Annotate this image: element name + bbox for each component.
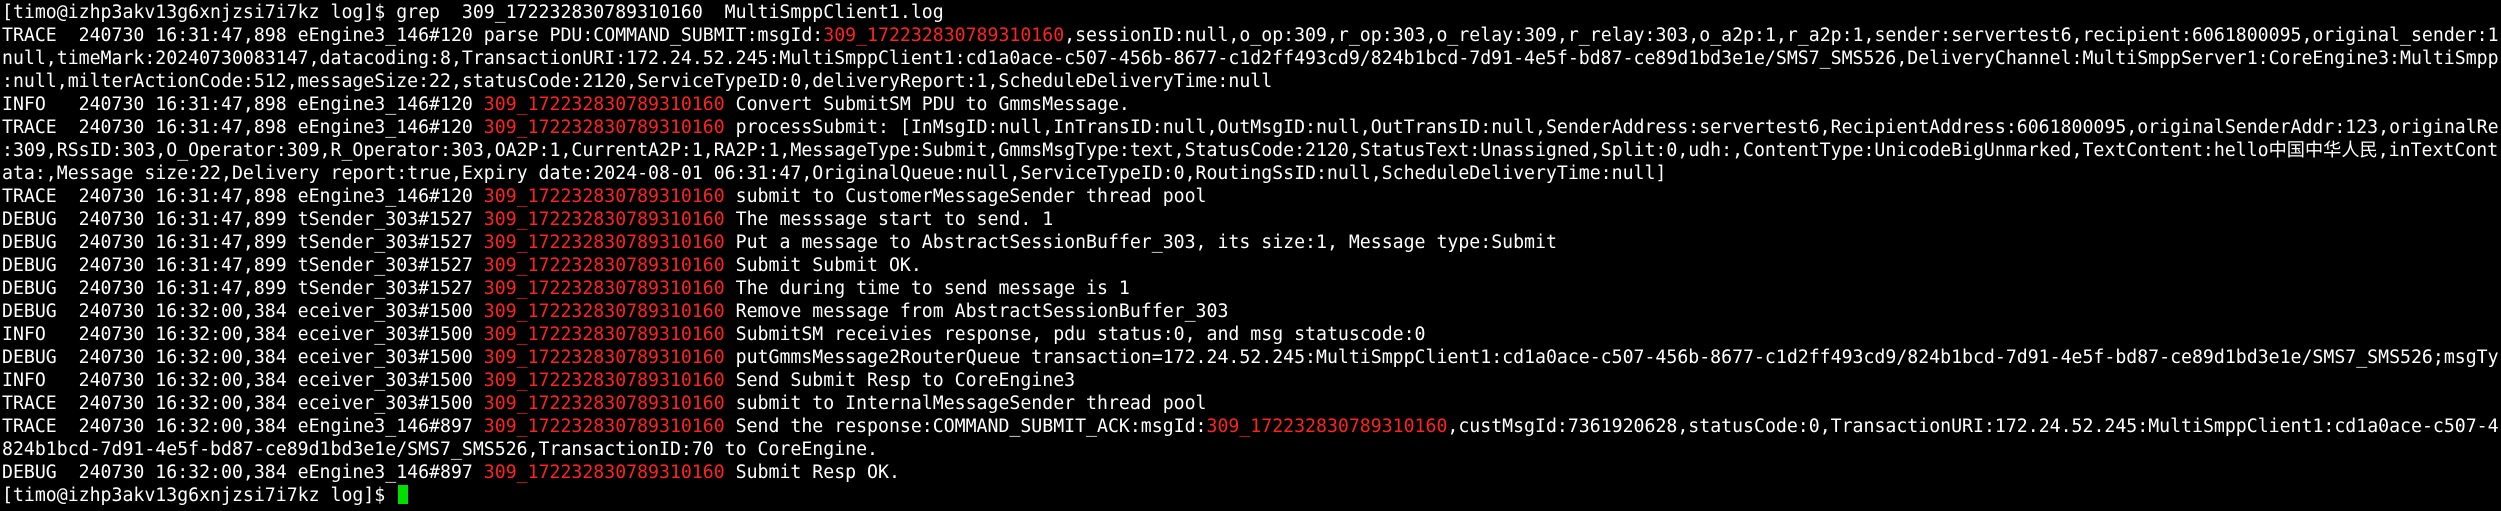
highlighted-match: 309_172232830789310160 xyxy=(483,301,725,322)
log-text: submit to InternalMessageSender thread p… xyxy=(724,393,1207,414)
log-text: Submit Submit OK. xyxy=(724,255,922,276)
highlighted-match: 309_172232830789310160 xyxy=(483,347,725,368)
log-line: DEBUG 240730 16:31:47,899 tSender_303#15… xyxy=(2,254,2499,277)
log-text: SubmitSM receivies response, pdu status:… xyxy=(724,324,1426,345)
log-line: null,timeMark:20240730083147,datacoding:… xyxy=(2,47,2499,70)
log-text: INFO 240730 16:31:47,898 eEngine3_146#12… xyxy=(2,94,484,115)
highlighted-match: 309_172232830789310160 xyxy=(483,209,725,230)
text-cursor xyxy=(398,485,409,504)
log-line: DEBUG 240730 16:32:00,384 eceiver_303#15… xyxy=(2,300,2499,323)
log-text: DEBUG 240730 16:31:47,899 tSender_303#15… xyxy=(2,232,484,253)
log-line: INFO 240730 16:31:47,898 eEngine3_146#12… xyxy=(2,93,2499,116)
log-text: DEBUG 240730 16:32:00,384 eEngine3_146#8… xyxy=(2,462,484,483)
highlighted-match: 309_172232830789310160 xyxy=(823,25,1065,46)
highlighted-match: 309_172232830789310160 xyxy=(483,462,725,483)
log-text: DEBUG 240730 16:31:47,899 tSender_303#15… xyxy=(2,278,484,299)
highlighted-match: 309_172232830789310160 xyxy=(483,393,725,414)
highlighted-match: 309_172232830789310160 xyxy=(483,370,725,391)
log-text: Send Submit Resp to CoreEngine3 xyxy=(724,370,1076,391)
log-text: Convert SubmitSM PDU to GmmsMessage. xyxy=(724,94,1130,115)
log-line: TRACE 240730 16:31:47,898 eEngine3_146#1… xyxy=(2,116,2499,139)
log-text: ata:,Message size:22,Delivery report:tru… xyxy=(2,163,1667,184)
highlighted-match: 309_172232830789310160 xyxy=(483,255,725,276)
log-text: DEBUG 240730 16:31:47,899 tSender_303#15… xyxy=(2,255,484,276)
prompt-line[interactable]: [timo@izhp3akv13g6xnjzsi7i7kz log]$ xyxy=(2,484,2499,507)
log-line: DEBUG 240730 16:31:47,899 tSender_303#15… xyxy=(2,231,2499,254)
highlighted-match: 309_172232830789310160 xyxy=(483,232,725,253)
highlighted-match: 309_172232830789310160 xyxy=(483,416,725,437)
log-text: :309,RSsID:303,O_Operator:309,R_Operator… xyxy=(2,140,2499,161)
log-text: DEBUG 240730 16:32:00,384 eceiver_303#15… xyxy=(2,347,484,368)
log-text: Remove message from AbstractSessionBuffe… xyxy=(724,301,1229,322)
log-text: submit to CustomerMessageSender thread p… xyxy=(724,186,1207,207)
log-line: TRACE 240730 16:31:47,898 eEngine3_146#1… xyxy=(2,185,2499,208)
log-text: Submit Resp OK. xyxy=(724,462,900,483)
log-text: 824b1bcd-7d91-4e5f-bd87-ce89d1bd3e1e/SMS… xyxy=(2,439,878,460)
log-line: TRACE 240730 16:32:00,384 eceiver_303#15… xyxy=(2,392,2499,415)
log-line: ata:,Message size:22,Delivery report:tru… xyxy=(2,162,2499,185)
log-text: INFO 240730 16:32:00,384 eceiver_303#150… xyxy=(2,324,484,345)
log-text: [timo@izhp3akv13g6xnjzsi7i7kz log]$ grep… xyxy=(2,2,944,23)
log-text: DEBUG 240730 16:32:00,384 eceiver_303#15… xyxy=(2,301,484,322)
highlighted-match: 309_172232830789310160 xyxy=(483,94,725,115)
log-line: INFO 240730 16:32:00,384 eceiver_303#150… xyxy=(2,369,2499,392)
highlighted-match: 309_172232830789310160 xyxy=(483,278,725,299)
command-line: [timo@izhp3akv13g6xnjzsi7i7kz log]$ grep… xyxy=(2,1,2499,24)
log-text: ,sessionID:null,o_op:309,r_op:303,o_rela… xyxy=(1064,25,2499,46)
log-text: TRACE 240730 16:31:47,898 eEngine3_146#1… xyxy=(2,117,484,138)
log-text: DEBUG 240730 16:31:47,899 tSender_303#15… xyxy=(2,209,484,230)
log-text: The messsage start to send. 1 xyxy=(724,209,1054,230)
log-line: DEBUG 240730 16:31:47,899 tSender_303#15… xyxy=(2,277,2499,300)
log-line: TRACE 240730 16:31:47,898 eEngine3_146#1… xyxy=(2,24,2499,47)
log-text: INFO 240730 16:32:00,384 eceiver_303#150… xyxy=(2,370,484,391)
log-line: DEBUG 240730 16:32:00,384 eceiver_303#15… xyxy=(2,346,2499,369)
log-text: TRACE 240730 16:32:00,384 eceiver_303#15… xyxy=(2,393,484,414)
shell-prompt: [timo@izhp3akv13g6xnjzsi7i7kz log]$ xyxy=(2,485,397,506)
log-text: TRACE 240730 16:32:00,384 eEngine3_146#8… xyxy=(2,416,484,437)
log-line: :309,RSsID:303,O_Operator:309,R_Operator… xyxy=(2,139,2499,162)
log-text: Put a message to AbstractSessionBuffer_3… xyxy=(724,232,1557,253)
log-line: DEBUG 240730 16:31:47,899 tSender_303#15… xyxy=(2,208,2499,231)
log-text: ,custMsgId:7361920628,statusCode:0,Trans… xyxy=(1447,416,2499,437)
log-text: :null,milterActionCode:512,messageSize:2… xyxy=(2,71,1273,92)
log-line: TRACE 240730 16:32:00,384 eEngine3_146#8… xyxy=(2,415,2499,438)
log-line: INFO 240730 16:32:00,384 eceiver_303#150… xyxy=(2,323,2499,346)
terminal-output: [timo@izhp3akv13g6xnjzsi7i7kz log]$ grep… xyxy=(2,1,2499,484)
log-text: putGmmsMessage2RouterQueue transaction=1… xyxy=(724,347,2499,368)
highlighted-match: 309_172232830789310160 xyxy=(483,186,725,207)
highlighted-match: 309_172232830789310160 xyxy=(1206,416,1448,437)
log-line: 824b1bcd-7d91-4e5f-bd87-ce89d1bd3e1e/SMS… xyxy=(2,438,2499,461)
terminal-window[interactable]: [timo@izhp3akv13g6xnjzsi7i7kz log]$ grep… xyxy=(2,1,2499,509)
log-text: TRACE 240730 16:31:47,898 eEngine3_146#1… xyxy=(2,25,824,46)
log-text: null,timeMark:20240730083147,datacoding:… xyxy=(2,48,2499,69)
highlighted-match: 309_172232830789310160 xyxy=(483,324,725,345)
log-text: processSubmit: [InMsgID:null,InTransID:n… xyxy=(735,117,2499,138)
log-line: :null,milterActionCode:512,messageSize:2… xyxy=(2,70,2499,93)
log-text: The during time to send message is 1 xyxy=(724,278,1130,299)
highlighted-match: 309_172232830789310160 xyxy=(483,117,725,138)
log-text: TRACE 240730 16:31:47,898 eEngine3_146#1… xyxy=(2,186,484,207)
log-line: DEBUG 240730 16:32:00,384 eEngine3_146#8… xyxy=(2,461,2499,484)
log-text: Send the response:COMMAND_SUBMIT_ACK:msg… xyxy=(724,416,1207,437)
